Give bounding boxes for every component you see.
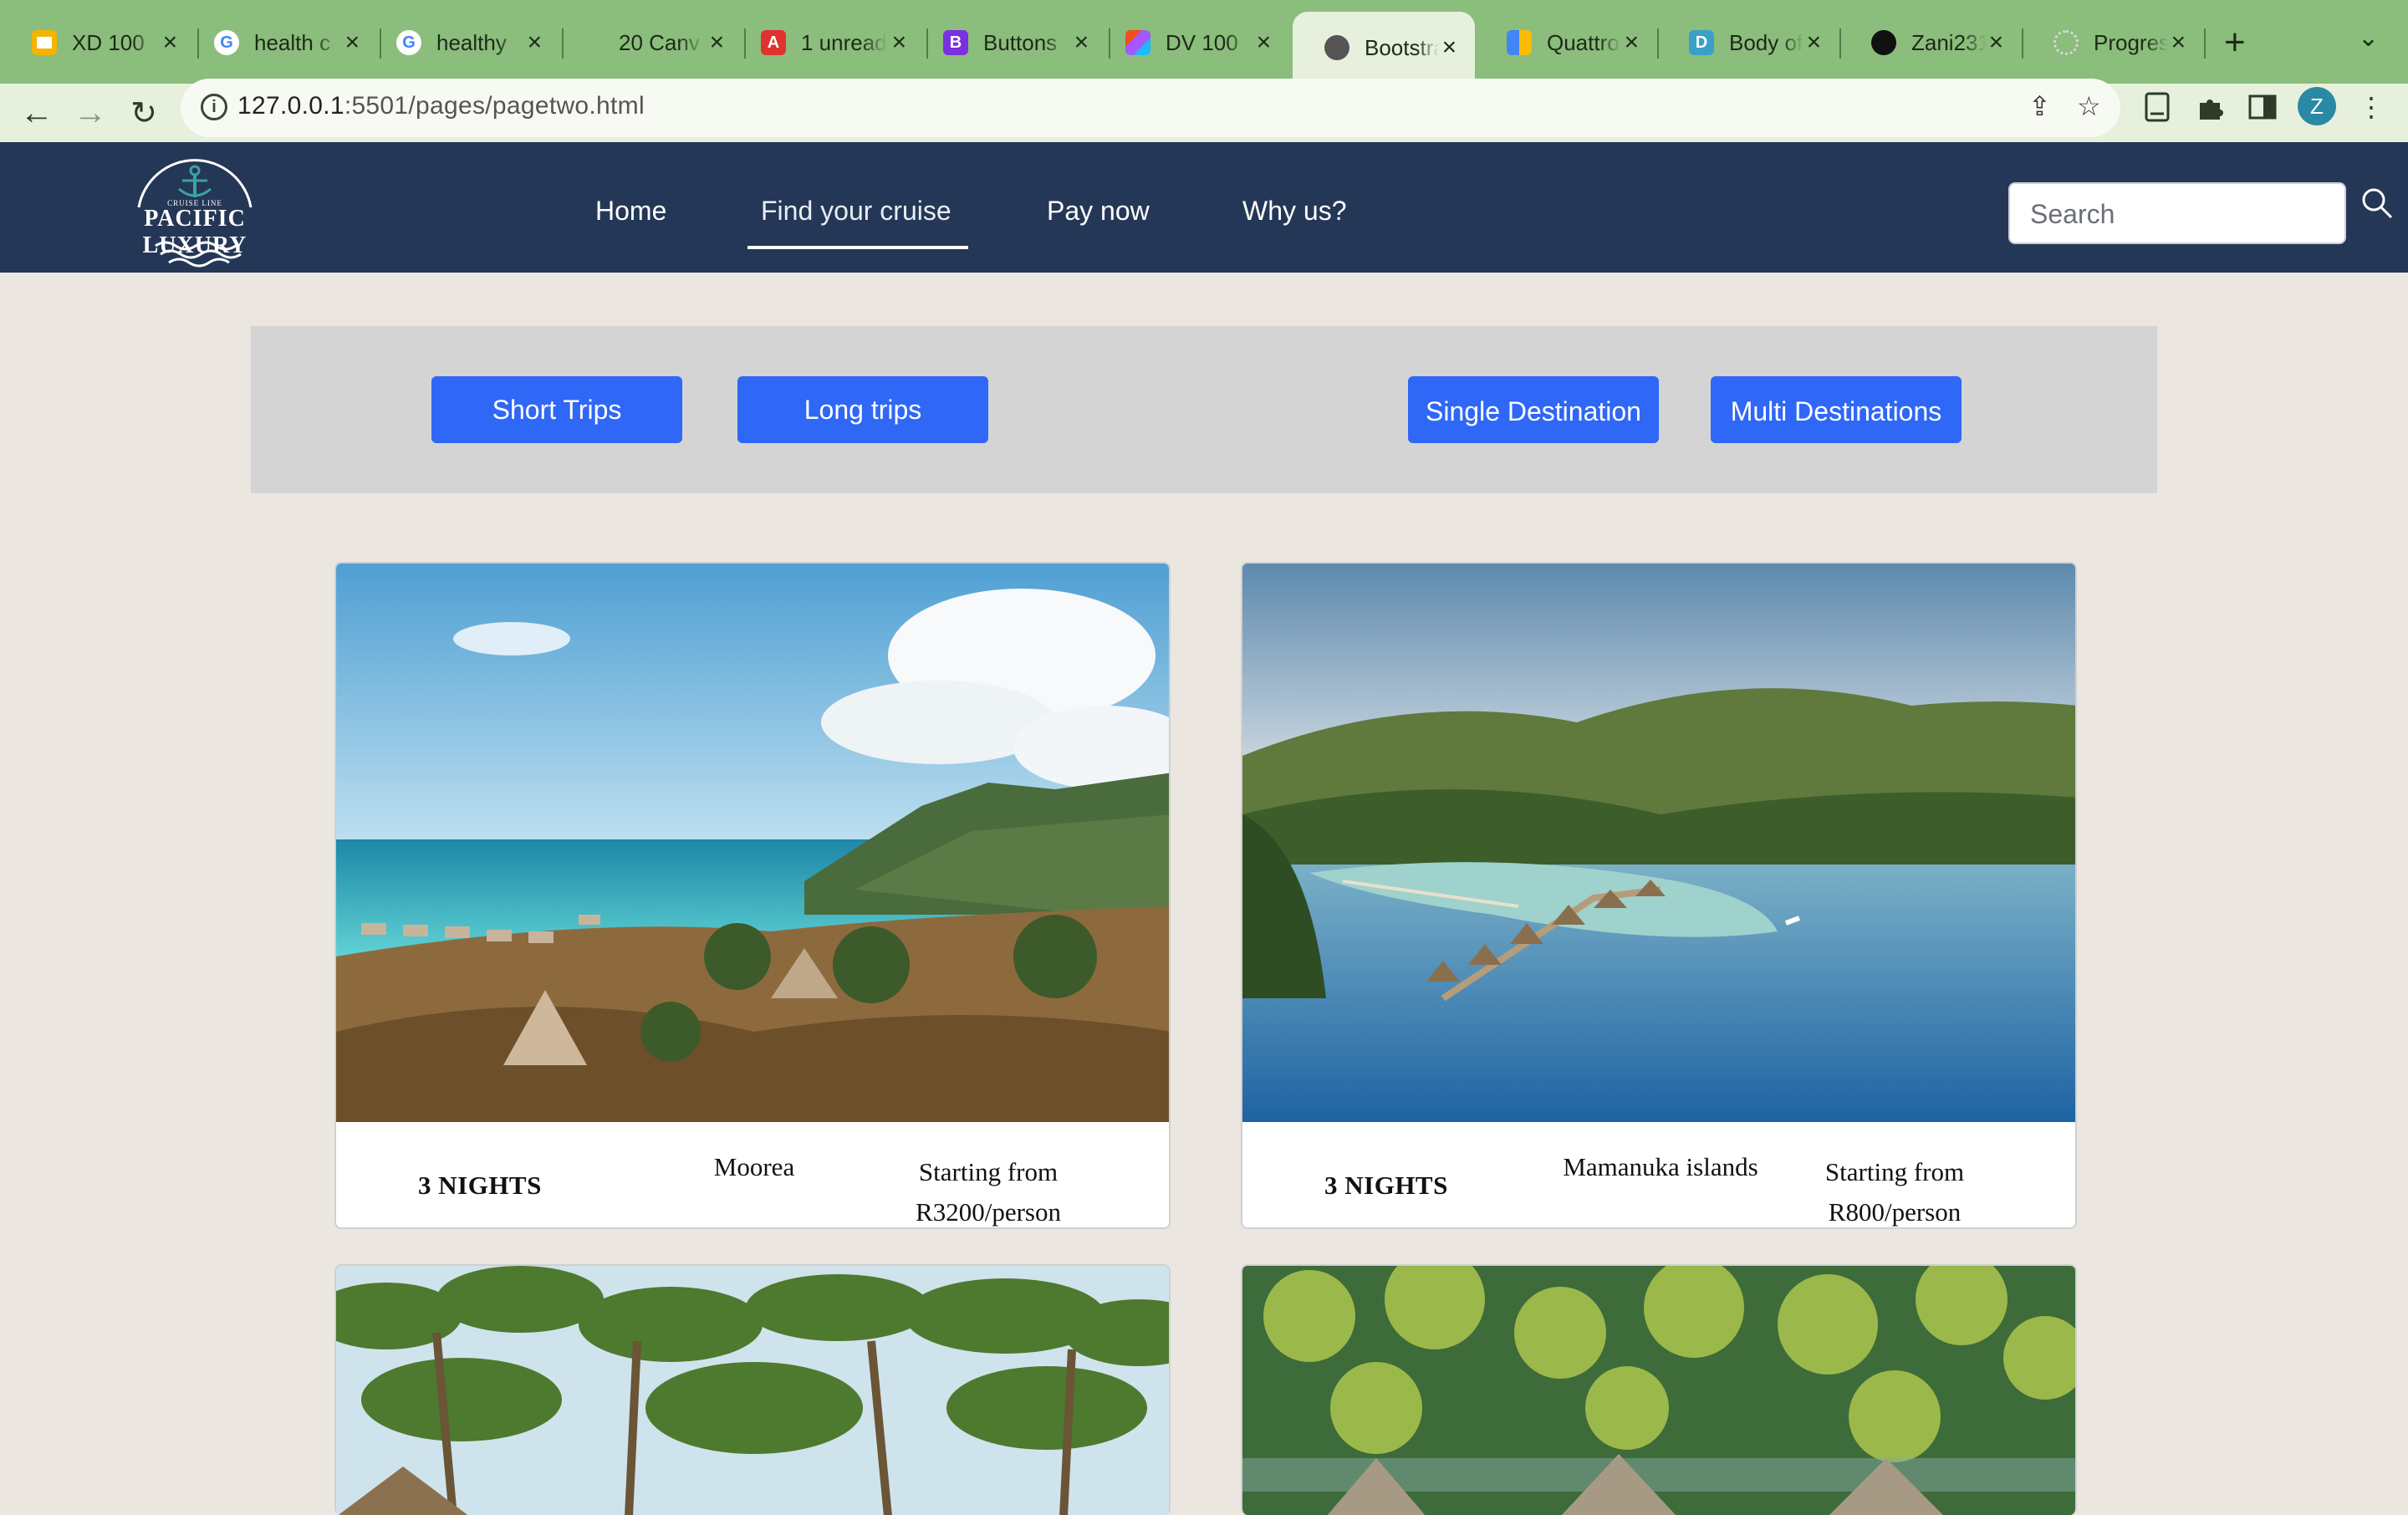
- browser-tab[interactable]: B Buttons ×: [911, 15, 1109, 70]
- side-panel-icon[interactable]: [2244, 89, 2281, 125]
- aerial-bungalows-photo: [1242, 1266, 2075, 1515]
- long-trips-button[interactable]: Long trips: [737, 376, 988, 443]
- card-details: 3 NIGHTS Moorea Starting from R3200/pers…: [336, 1122, 1169, 1227]
- browser-tab[interactable]: Zani231 ×: [1839, 15, 2022, 70]
- browser-tab[interactable]: G health c ×: [182, 15, 380, 70]
- close-icon[interactable]: ×: [523, 28, 547, 57]
- close-icon[interactable]: ×: [2168, 28, 2189, 57]
- tab-title: 20 Canv: [619, 29, 700, 55]
- browser-tab[interactable]: G healthy ×: [365, 15, 562, 70]
- multi-destinations-button[interactable]: Multi Destinations: [1711, 376, 1962, 443]
- close-icon[interactable]: ×: [1803, 28, 1824, 57]
- short-trips-button[interactable]: Short Trips: [431, 376, 682, 443]
- close-icon[interactable]: ×: [887, 28, 911, 57]
- tab-title: Zani231: [1911, 29, 1986, 55]
- tab-title: Quattro: [1547, 29, 1620, 55]
- nav-link-pay-now[interactable]: Pay now: [1047, 196, 1150, 227]
- browser-tab[interactable]: 20 Canv ×: [547, 15, 744, 70]
- chevron-down-icon[interactable]: ⌄: [2358, 23, 2379, 53]
- github-icon: [1871, 30, 1896, 55]
- extensions-puzzle-icon[interactable]: [2192, 89, 2229, 125]
- new-tab-plus-icon[interactable]: +: [2224, 22, 2246, 64]
- close-icon[interactable]: ×: [1986, 28, 2007, 57]
- palm-resort-photo: [336, 1266, 1169, 1515]
- cruise-card[interactable]: [1241, 1264, 2077, 1515]
- globe-icon: [1324, 35, 1349, 60]
- site-logo[interactable]: CRUISE LINE PACIFIC LUXURY: [99, 147, 291, 269]
- slides-icon: [32, 30, 57, 55]
- address-bar[interactable]: i 127.0.0.1:5501/pages/pagetwo.html ⇪ ☆: [181, 79, 2120, 137]
- share-icon[interactable]: ⇪: [2028, 90, 2051, 122]
- google-icon: G: [214, 30, 239, 55]
- google-icon: G: [396, 30, 421, 55]
- price-prefix: Starting from: [918, 1157, 1059, 1186]
- browser-tab-active[interactable]: Bootstra ×: [1293, 12, 1475, 84]
- price-value: R3200/person: [916, 1197, 1061, 1227]
- close-icon[interactable]: ×: [1439, 33, 1460, 62]
- single-destination-button[interactable]: Single Destination: [1408, 376, 1659, 443]
- cruise-card[interactable]: 3 NIGHTS Moorea Starting from R3200/pers…: [334, 562, 1171, 1229]
- price-label: Starting from R800/person: [1794, 1152, 1995, 1227]
- moorea-photo: [336, 564, 1169, 1122]
- browser-tab[interactable]: XD 100 ×: [0, 15, 197, 70]
- tab-title: Progres: [2094, 29, 2168, 55]
- kebab-menu-icon[interactable]: ⋮: [2353, 89, 2390, 125]
- back-arrow-icon[interactable]: ←: [13, 90, 60, 135]
- canva-icon: [579, 30, 604, 55]
- price-value: R800/person: [1828, 1197, 1962, 1227]
- tab-title: 1 unread: [801, 29, 887, 55]
- close-icon[interactable]: ×: [1252, 28, 1276, 57]
- figma-icon: [1125, 30, 1150, 55]
- browser-tab-strip: XD 100 × G health c × G healthy × 20 Can…: [0, 0, 2408, 84]
- close-icon[interactable]: ×: [340, 28, 365, 57]
- browser-tab[interactable]: Quattro ×: [1475, 15, 1657, 70]
- bootstrap-icon: B: [943, 30, 968, 55]
- browser-tab[interactable]: D Body of ×: [1657, 15, 1839, 70]
- nav-link-why-us[interactable]: Why us?: [1242, 196, 1346, 227]
- nav-link-find-your-cruise[interactable]: Find your cruise: [761, 196, 951, 227]
- logo-title: PACIFIC LUXURY: [142, 206, 247, 258]
- info-icon[interactable]: i: [201, 94, 227, 120]
- active-nav-underline: [747, 246, 968, 249]
- reader-page-icon[interactable]: [2139, 89, 2176, 125]
- quattro-icon: [1507, 30, 1532, 55]
- site-navbar: CRUISE LINE PACIFIC LUXURY Home Find you…: [0, 142, 2408, 273]
- close-icon[interactable]: ×: [705, 28, 729, 57]
- close-icon[interactable]: ×: [158, 28, 182, 57]
- tab-title: Buttons: [983, 29, 1058, 55]
- star-bookmark-icon[interactable]: ☆: [2077, 90, 2101, 122]
- price-prefix: Starting from: [1824, 1157, 1965, 1186]
- tab-title: health c: [254, 29, 331, 55]
- mamanuka-islands-photo: [1242, 564, 2075, 1122]
- tab-title: Bootstra: [1365, 34, 1439, 60]
- forward-arrow-icon[interactable]: →: [67, 90, 114, 135]
- card-details: 3 NIGHTS Mamanuka islands Starting from …: [1242, 1122, 2075, 1227]
- tab-title: XD 100: [72, 29, 145, 55]
- nav-link-home[interactable]: Home: [595, 196, 666, 227]
- loading-icon: [2053, 30, 2079, 55]
- cruise-card[interactable]: 3 NIGHTS Mamanuka islands Starting from …: [1241, 562, 2077, 1229]
- search-icon[interactable]: [2360, 186, 2395, 221]
- close-icon[interactable]: ×: [1069, 28, 1094, 57]
- tab-title: Body of: [1729, 29, 1803, 55]
- browser-tab[interactable]: Progres ×: [2022, 15, 2204, 70]
- price-label: Starting from R3200/person: [888, 1152, 1089, 1227]
- doc-icon: D: [1689, 30, 1714, 55]
- browser-tab[interactable]: A 1 unread ×: [729, 15, 926, 70]
- adobe-icon: A: [761, 30, 786, 55]
- tab-title: healthy: [436, 29, 507, 55]
- cruise-card[interactable]: [334, 1264, 1171, 1515]
- browser-tab[interactable]: DV 100 ×: [1094, 15, 1291, 70]
- close-icon[interactable]: ×: [1621, 28, 1642, 57]
- search-input[interactable]: Search: [2008, 182, 2346, 244]
- profile-avatar[interactable]: Z: [2298, 87, 2336, 125]
- url-text[interactable]: 127.0.0.1:5501/pages/pagetwo.html: [237, 92, 645, 120]
- tab-title: DV 100: [1166, 29, 1238, 55]
- filter-bar: Short Trips Long trips Single Destinatio…: [251, 326, 2157, 493]
- reload-icon[interactable]: ↻: [120, 90, 167, 135]
